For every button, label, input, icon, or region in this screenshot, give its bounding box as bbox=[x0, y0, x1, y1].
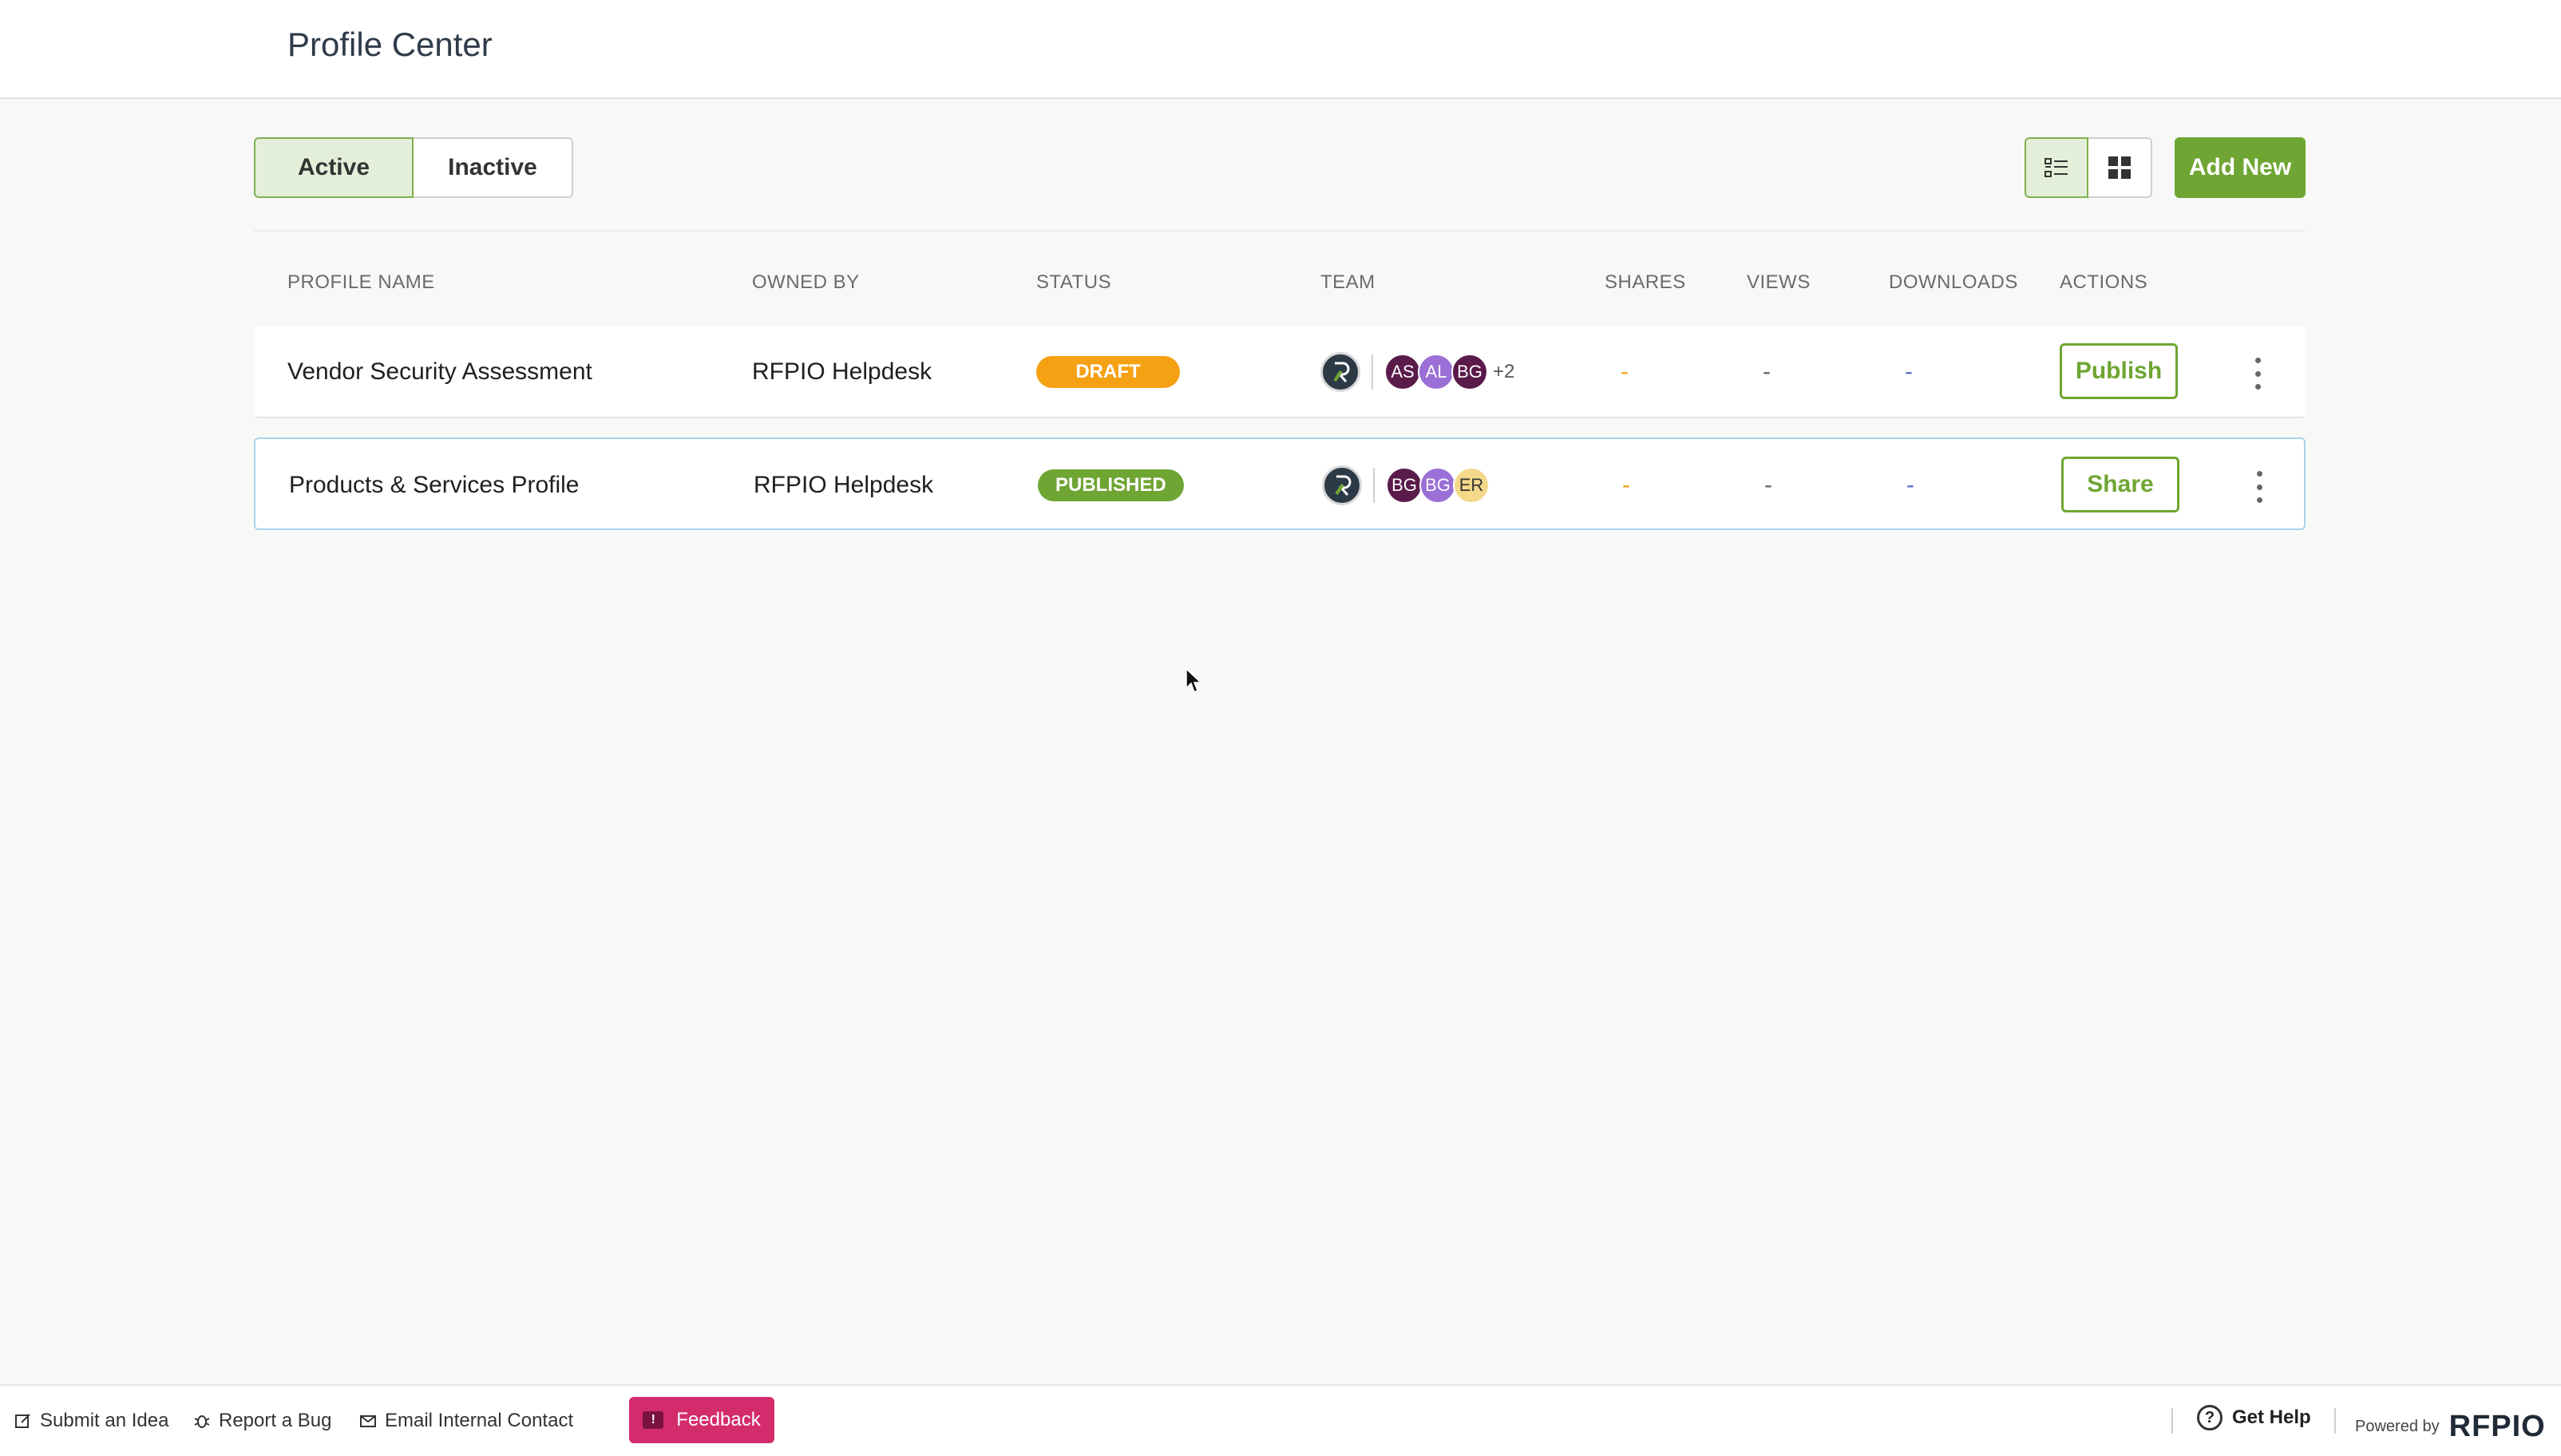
shares-value: - bbox=[1621, 358, 1629, 385]
profile-name[interactable]: Products & Services Profile bbox=[289, 439, 579, 532]
avatar[interactable]: BG bbox=[1451, 354, 1488, 390]
profile-name[interactable]: Vendor Security Assessment bbox=[287, 326, 592, 418]
views-value: - bbox=[1763, 358, 1771, 385]
add-new-button[interactable]: Add New bbox=[2175, 137, 2306, 198]
col-owned-by[interactable]: OWNED BY bbox=[752, 271, 860, 294]
footer-separator bbox=[2171, 1408, 2173, 1434]
table-row[interactable]: Products & Services Profile RFPIO Helpde… bbox=[254, 437, 2306, 530]
page-title: Profile Center bbox=[287, 26, 493, 63]
mouse-cursor-icon bbox=[1185, 667, 1202, 698]
team-separator bbox=[1373, 468, 1375, 503]
mail-icon bbox=[360, 1415, 376, 1427]
tab-inactive[interactable]: Inactive bbox=[414, 137, 573, 198]
get-help-label: Get Help bbox=[2232, 1407, 2311, 1428]
divider bbox=[254, 230, 2306, 231]
rfpio-brand-logo: RFPIO bbox=[2448, 1410, 2546, 1443]
shares-value: - bbox=[1622, 472, 1630, 498]
col-status[interactable]: STATUS bbox=[1036, 271, 1111, 294]
edit-icon bbox=[15, 1414, 30, 1428]
report-bug-link[interactable]: Report a Bug bbox=[193, 1410, 331, 1432]
col-downloads[interactable]: DOWNLOADS bbox=[1889, 271, 2018, 294]
views-value: - bbox=[1764, 472, 1772, 498]
list-view-button[interactable] bbox=[2025, 137, 2088, 198]
view-toggle bbox=[2025, 137, 2152, 198]
col-actions: ACTIONS bbox=[2060, 271, 2148, 293]
team-cell[interactable]: BG BG ER bbox=[1322, 439, 1490, 532]
avatar[interactable]: ER bbox=[1453, 467, 1490, 504]
report-bug-label: Report a Bug bbox=[219, 1410, 332, 1431]
email-contact-label: Email Internal Contact bbox=[385, 1410, 574, 1431]
rfpio-logo-icon bbox=[1320, 352, 1360, 392]
owner-name: RFPIO Helpdesk bbox=[754, 472, 934, 498]
downloads-value: - bbox=[1905, 358, 1913, 385]
team-separator bbox=[1372, 354, 1373, 390]
owner-name: RFPIO Helpdesk bbox=[752, 358, 932, 385]
col-profile-name[interactable]: PROFILE NAME bbox=[287, 271, 435, 294]
share-button[interactable]: Share bbox=[2061, 457, 2179, 512]
status-cell: PUBLISHED bbox=[1038, 439, 1184, 532]
avatar[interactable]: AS bbox=[1384, 354, 1421, 390]
submit-idea-label: Submit an Idea bbox=[40, 1410, 169, 1431]
col-shares[interactable]: SHARES bbox=[1605, 271, 1686, 294]
more-options-icon[interactable] bbox=[2254, 471, 2264, 503]
status-badge: DRAFT bbox=[1036, 356, 1180, 388]
rfpio-logo-icon bbox=[1322, 465, 1362, 505]
col-views[interactable]: VIEWS bbox=[1747, 271, 1811, 294]
feedback-button[interactable]: ! Feedback bbox=[629, 1397, 774, 1443]
list-view-icon bbox=[2044, 158, 2068, 177]
footer-separator bbox=[2334, 1408, 2336, 1434]
help-icon: ? bbox=[2197, 1405, 2223, 1430]
powered-by: Powered by RFPIO bbox=[2355, 1410, 2546, 1444]
tab-active[interactable]: Active bbox=[254, 137, 414, 198]
downloads-value: - bbox=[1906, 472, 1914, 498]
avatar[interactable]: BG bbox=[1386, 467, 1423, 504]
footer-bar: Submit an Idea Report a Bug Email Intern… bbox=[0, 1384, 2561, 1456]
submit-idea-link[interactable]: Submit an Idea bbox=[14, 1410, 168, 1432]
col-team: TEAM bbox=[1320, 271, 1375, 293]
more-options-icon[interactable] bbox=[2253, 358, 2262, 390]
status-toggle: Active Inactive bbox=[254, 137, 573, 198]
status-badge: PUBLISHED bbox=[1038, 469, 1184, 501]
feedback-label: Feedback bbox=[676, 1409, 761, 1430]
powered-by-label: Powered by bbox=[2355, 1418, 2440, 1435]
avatar[interactable]: BG bbox=[1419, 467, 1456, 504]
publish-button[interactable]: Publish bbox=[2060, 343, 2178, 399]
table-header: PROFILE NAME OWNED BY STATUS TEAM SHARES… bbox=[0, 271, 2561, 303]
team-more-count[interactable]: +2 bbox=[1493, 361, 1514, 383]
grid-view-button[interactable] bbox=[2088, 137, 2152, 198]
avatar[interactable]: AL bbox=[1418, 354, 1455, 390]
table-row[interactable]: Vendor Security Assessment RFPIO Helpdes… bbox=[254, 326, 2306, 418]
email-contact-link[interactable]: Email Internal Contact bbox=[359, 1410, 573, 1432]
status-cell: DRAFT bbox=[1036, 326, 1180, 418]
feedback-icon: ! bbox=[643, 1411, 664, 1429]
get-help-link[interactable]: ? Get Help bbox=[2197, 1405, 2311, 1430]
bug-icon bbox=[194, 1415, 210, 1428]
grid-view-icon bbox=[2108, 156, 2131, 179]
team-cell[interactable]: AS AL BG +2 bbox=[1320, 326, 1514, 418]
top-bar: Profile Center bbox=[0, 0, 2561, 99]
